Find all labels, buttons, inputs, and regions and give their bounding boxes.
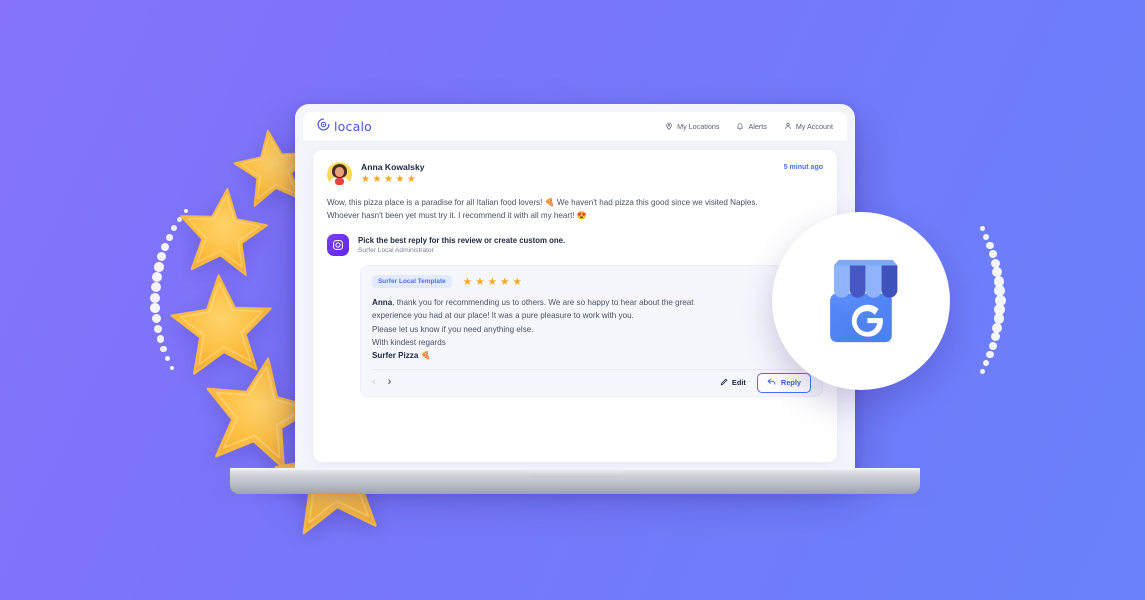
rating-star-icon: ★ — [361, 174, 370, 185]
arc-dot — [986, 241, 994, 250]
location-pin-icon — [665, 122, 673, 132]
arc-dot — [992, 322, 1003, 333]
chevron-right-icon[interactable]: › — [388, 377, 392, 388]
reply-template-box: Surfer Local Template ★ ★ ★ ★ ★ Anna, thank … — [360, 265, 823, 397]
arc-dot — [154, 261, 164, 272]
edit-button-label: Edit — [731, 378, 746, 388]
main-nav: My Locations Alerts My Account — [665, 122, 833, 132]
arc-dot — [988, 341, 998, 350]
template-rating-stars: ★ ★ ★ ★ ★ — [463, 277, 522, 288]
app-header: localo My Locations Alerts My Account — [303, 112, 847, 142]
locao-spiral-icon — [317, 117, 330, 136]
arc-dot — [993, 313, 1005, 324]
arc-dot — [156, 335, 165, 343]
arc-dot — [988, 250, 998, 259]
app-screen: localo My Locations Alerts My Account An… — [303, 112, 847, 472]
arc-dot — [994, 294, 1006, 306]
brand-logo-text: localo — [334, 119, 372, 134]
arc-dot — [151, 314, 161, 324]
nav-label-alerts: Alerts — [748, 122, 767, 131]
arc-dot — [979, 368, 985, 374]
reply-button-label: Reply — [780, 378, 801, 388]
google-business-profile-icon — [830, 259, 898, 343]
assistant-subtitle: Surfer Local Administrator — [358, 247, 434, 255]
review-timestamp: 5 minut ago — [783, 164, 823, 171]
nav-item-alerts[interactable]: Alerts — [736, 122, 767, 132]
google-business-profile-badge — [772, 212, 950, 390]
arc-dot — [986, 350, 994, 359]
bell-icon — [736, 122, 744, 132]
arc-dot — [150, 282, 161, 293]
arc-dot — [983, 359, 990, 367]
arc-dot — [153, 324, 163, 334]
review-text: Wow, this pizza place is a paradise for … — [327, 198, 758, 221]
nav-label-my-locations: My Locations — [677, 122, 720, 131]
arc-dot — [994, 303, 1006, 315]
reviewer-name: Anna Kowalsky — [361, 162, 425, 172]
nav-item-my-locations[interactable]: My Locations — [665, 122, 719, 132]
person-icon — [784, 122, 792, 132]
nav-item-my-account[interactable]: My Account — [784, 122, 833, 132]
rating-star-icon: ★ — [383, 174, 393, 185]
template-action-bar: ‹ › Edit Reply — [372, 368, 811, 396]
laptop-screen-lid: localo My Locations Alerts My Account An… — [295, 104, 855, 472]
rating-star-icon: ★ — [475, 275, 485, 288]
arc-dot — [165, 233, 173, 241]
arc-dot — [150, 292, 160, 303]
arc-dot — [150, 303, 160, 313]
rating-star-icon: ★ — [462, 275, 473, 288]
brand-logo[interactable]: localo — [317, 117, 372, 136]
reply-arrow-icon — [767, 377, 776, 388]
edit-button[interactable]: Edit — [720, 378, 746, 388]
app-page-body: Anna Kowalsky ★ ★ ★ ★ ★ 5 minut ago Wow, thi… — [303, 142, 847, 472]
template-body-text: Anna, thank you for recommending us to o… — [372, 296, 724, 348]
arc-dot — [983, 233, 990, 241]
review-rating-stars: ★ ★ ★ ★ ★ — [361, 175, 425, 185]
arc-dot — [157, 252, 167, 262]
reply-button[interactable]: Reply — [756, 372, 811, 393]
laptop-notch — [527, 469, 623, 477]
arc-dot — [992, 267, 1003, 278]
camera-aperture-icon — [327, 234, 349, 257]
arc-dot — [994, 285, 1006, 297]
review-header: Anna Kowalsky ★ ★ ★ ★ ★ 5 minut ago — [327, 162, 823, 187]
template-body-main: , thank you for recommending us to other… — [372, 298, 694, 321]
arc-dot — [160, 345, 167, 353]
pencil-icon — [720, 378, 728, 388]
assistant-row: Pick the best reply for this review or c… — [327, 234, 823, 257]
arc-dot — [990, 258, 1001, 268]
rating-star-icon: ★ — [395, 174, 405, 185]
action-buttons: Edit Reply — [720, 372, 811, 393]
arc-dot — [979, 226, 985, 232]
chevron-left-icon[interactable]: ‹ — [372, 377, 376, 388]
review-card: Anna Kowalsky ★ ★ ★ ★ ★ 5 minut ago Wow, thi… — [313, 150, 837, 462]
rating-star-icon: ★ — [512, 275, 522, 288]
rating-star-icon: ★ — [406, 174, 416, 185]
template-signature: Surfer Pizza 🍕 — [372, 350, 431, 360]
status-badge: Surfer Local Template — [372, 275, 452, 289]
template-body-line-3: With kindest regards — [372, 337, 446, 347]
arc-dot — [993, 276, 1005, 287]
assistant-title: Pick the best reply for this review or c… — [358, 236, 566, 246]
avatar — [327, 162, 352, 187]
template-header: Surfer Local Template ★ ★ ★ ★ ★ — [372, 275, 811, 289]
rating-star-icon: ★ — [500, 275, 510, 288]
rating-star-icon: ★ — [372, 174, 382, 185]
arc-dot — [160, 242, 170, 251]
template-body-line-2: Please let us know if you need anything … — [372, 324, 534, 334]
arc-dot — [151, 272, 162, 282]
nav-label-my-account: My Account — [795, 122, 833, 131]
template-greeting-name: Anna — [372, 298, 393, 308]
rating-star-icon: ★ — [487, 275, 498, 288]
laptop-base — [230, 468, 920, 494]
arc-dot — [990, 332, 1001, 342]
